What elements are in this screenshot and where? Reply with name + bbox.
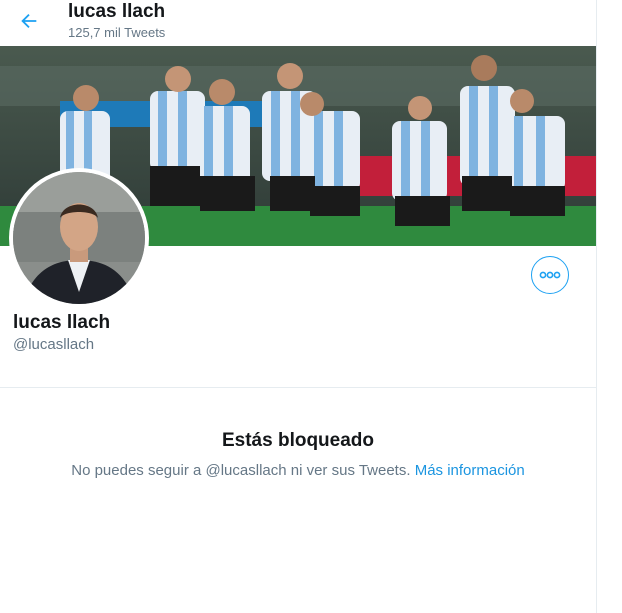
tweet-count: 125,7 mil Tweets (68, 25, 166, 40)
profile-header: lucas llach 125,7 mil Tweets (0, 0, 596, 46)
more-options-button[interactable] (531, 256, 569, 294)
divider (0, 387, 596, 388)
avatar[interactable] (9, 168, 149, 308)
blocked-message-text: No puedes seguir a @lucasllach ni ver su… (71, 462, 411, 479)
back-button[interactable] (14, 6, 44, 36)
more-horizontal-icon (539, 271, 561, 279)
blocked-title: Estás bloqueado (221, 430, 375, 451)
header-title: lucas llach (68, 1, 166, 22)
profile-handle: @lucasllach (13, 336, 95, 353)
blocked-message: No puedes seguir a @lucasllach ni ver su… (0, 462, 596, 479)
more-info-link[interactable]: Más información (415, 462, 525, 479)
profile-column: lucas llach 125,7 mil Tweets lucas llach… (0, 0, 597, 613)
arrow-left-icon (21, 13, 37, 29)
profile-name: lucas llach (13, 312, 111, 333)
